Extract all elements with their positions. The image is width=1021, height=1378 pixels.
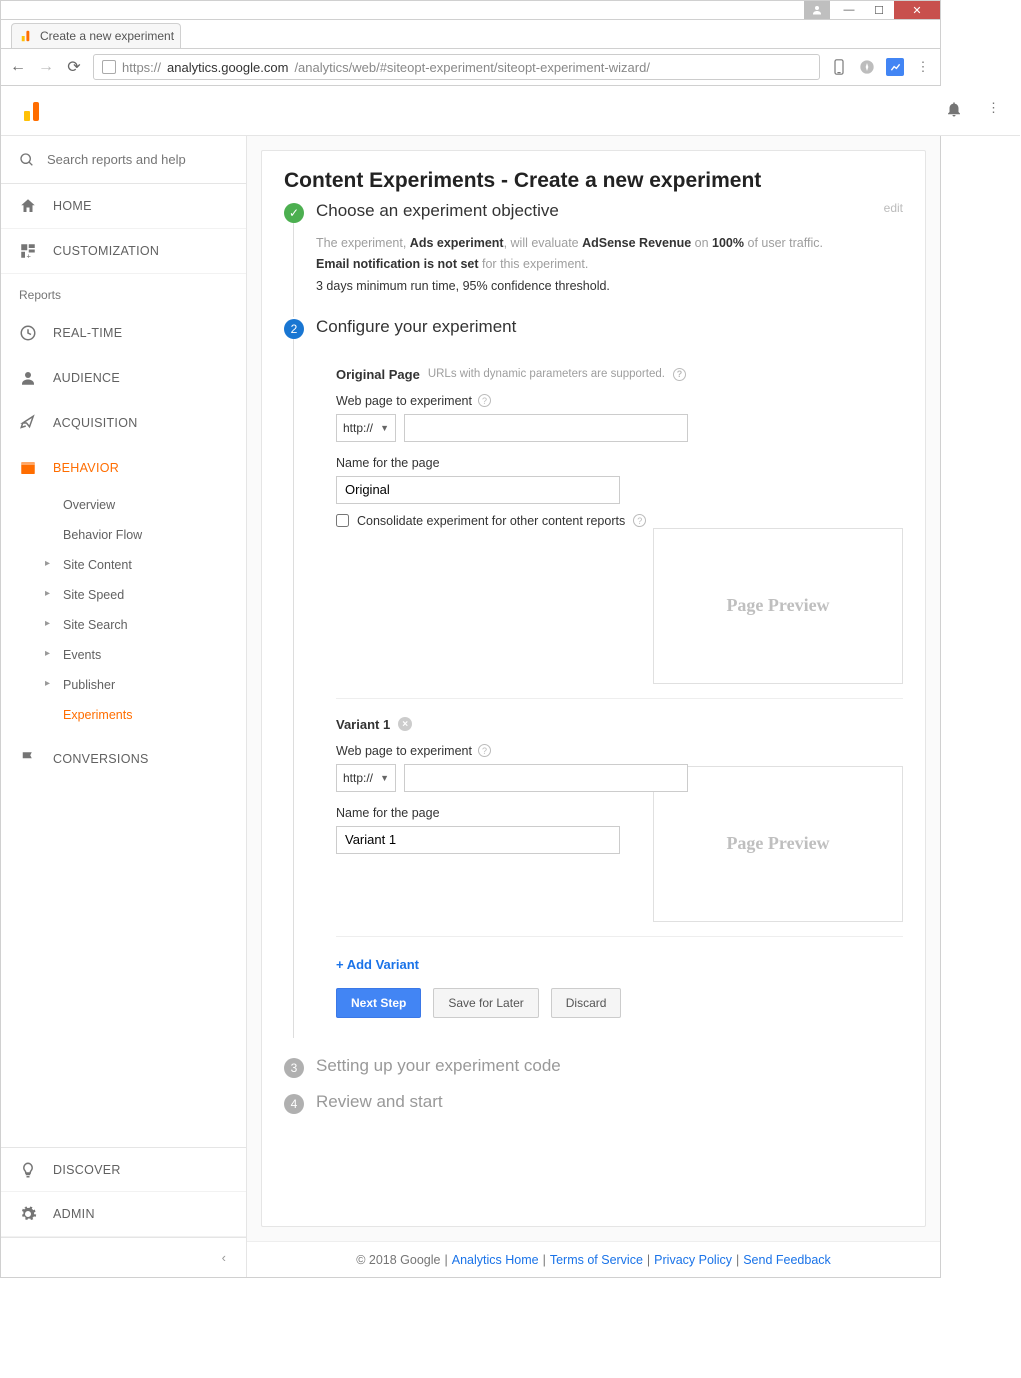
window-title-bar: — ☐ ✕ (0, 0, 941, 20)
nav-discover[interactable]: DISCOVER (1, 1147, 246, 1192)
device-icon[interactable] (830, 58, 848, 76)
sub-behavior-flow[interactable]: Behavior Flow (1, 520, 246, 550)
sub-site-speed[interactable]: Site Speed (1, 580, 246, 610)
extension-chart-icon[interactable] (886, 58, 904, 76)
browser-menu-icon[interactable]: ⋮ (914, 58, 932, 76)
step-4-badge: 4 (284, 1094, 304, 1114)
ga-logo-icon[interactable] (21, 99, 45, 123)
acquisition-icon (19, 414, 37, 432)
app-header: ⋮ (1, 86, 1020, 136)
step-2-header: 2 Configure your experiment (284, 317, 903, 339)
variant-1-block: Variant 1 × Web page to experiment? http… (336, 717, 903, 922)
chevron-down-icon: ▼ (380, 423, 389, 433)
nav-home[interactable]: HOME (1, 184, 246, 229)
edit-step-1[interactable]: edit (884, 201, 903, 215)
save-for-later-button[interactable]: Save for Later (433, 988, 538, 1018)
address-bar: ← → ⟳ https://analytics.google.com/analy… (0, 48, 941, 86)
behavior-icon (19, 459, 37, 477)
variant-name-input[interactable] (336, 826, 620, 854)
sub-publisher[interactable]: Publisher (1, 670, 246, 700)
footer-terms[interactable]: Terms of Service (550, 1253, 643, 1267)
back-button[interactable]: ← (9, 58, 27, 76)
nav-customization[interactable]: + CUSTOMIZATION (1, 229, 246, 274)
step-4-header: 4 Review and start (284, 1092, 903, 1114)
original-url-input[interactable] (404, 414, 688, 442)
add-variant-button[interactable]: + Add Variant (316, 943, 903, 988)
sub-overview[interactable]: Overview (1, 490, 246, 520)
browser-tab[interactable]: Create a new experiment × (11, 23, 181, 48)
chevron-down-icon: ▼ (380, 773, 389, 783)
footer-analytics-home[interactable]: Analytics Home (452, 1253, 539, 1267)
step-3-badge: 3 (284, 1058, 304, 1078)
variant-url-input[interactable] (404, 764, 688, 792)
notifications-icon[interactable] (945, 100, 963, 121)
step-1-header: ✓ Choose an experiment objective edit (284, 201, 903, 223)
app-menu-icon[interactable]: ⋮ (987, 100, 1000, 121)
reports-label: Reports (1, 274, 246, 310)
discard-button[interactable]: Discard (551, 988, 622, 1018)
help-icon[interactable]: ? (478, 394, 491, 407)
maximize-button[interactable]: ☐ (864, 1, 894, 19)
url-input[interactable]: https://analytics.google.com/analytics/w… (93, 54, 820, 80)
browser-tab-bar: Create a new experiment × (0, 20, 941, 48)
main-content: Content Experiments - Create a new exper… (247, 86, 940, 1277)
home-icon (19, 197, 37, 215)
sub-experiments[interactable]: Experiments (1, 700, 246, 730)
nav-acquisition[interactable]: ACQUISITION (1, 400, 246, 445)
sub-site-content[interactable]: Site Content (1, 550, 246, 580)
sub-events[interactable]: Events (1, 640, 246, 670)
user-icon[interactable] (804, 1, 830, 19)
step-2-badge: 2 (284, 319, 304, 339)
search-icon (19, 152, 35, 168)
consolidate-checkbox[interactable] (336, 514, 349, 527)
nav-admin[interactable]: ADMIN (1, 1192, 246, 1237)
sidebar: Search reports and help HOME + CUSTOMIZA… (1, 86, 247, 1277)
original-name-input[interactable] (336, 476, 620, 504)
footer-privacy[interactable]: Privacy Policy (654, 1253, 732, 1267)
extension-circle-icon[interactable] (858, 58, 876, 76)
experiment-card: Content Experiments - Create a new exper… (261, 150, 926, 1227)
reload-button[interactable]: ⟳ (65, 57, 83, 77)
gear-icon (19, 1205, 37, 1223)
close-window-button[interactable]: ✕ (894, 1, 940, 19)
variant-preview: Page Preview (653, 766, 903, 922)
page-info-icon[interactable] (102, 60, 116, 74)
footer-feedback[interactable]: Send Feedback (743, 1253, 831, 1267)
page-title: Content Experiments - Create a new exper… (284, 169, 903, 193)
collapse-sidebar-button[interactable]: ‹ (1, 1237, 246, 1277)
help-icon[interactable]: ? (478, 744, 491, 757)
help-icon[interactable]: ? (673, 368, 686, 381)
footer: © 2018 Google | Analytics Home | Terms o… (247, 1241, 940, 1277)
tab-title: Create a new experiment (40, 29, 174, 43)
svg-text:+: + (27, 252, 32, 261)
dashboard-icon: + (19, 242, 37, 260)
step-3-header: 3 Setting up your experiment code (284, 1056, 903, 1078)
protocol-select-original[interactable]: http://▼ (336, 414, 396, 442)
protocol-select-variant[interactable]: http://▼ (336, 764, 396, 792)
remove-variant-icon[interactable]: × (398, 717, 412, 731)
forward-button: → (37, 58, 55, 76)
sub-site-search[interactable]: Site Search (1, 610, 246, 640)
help-icon[interactable]: ? (633, 514, 646, 527)
original-preview: Page Preview (653, 528, 903, 684)
original-page-block: Original Page URLs with dynamic paramete… (336, 367, 903, 684)
close-tab-icon[interactable]: × (180, 28, 181, 44)
next-step-button[interactable]: Next Step (336, 988, 421, 1018)
lightbulb-icon (19, 1161, 37, 1179)
ga-favicon-icon (20, 29, 34, 43)
check-icon: ✓ (284, 203, 304, 223)
step-1-summary: The experiment, Ads experiment, will eva… (316, 233, 903, 297)
nav-audience[interactable]: AUDIENCE (1, 355, 246, 400)
nav-realtime[interactable]: REAL-TIME (1, 310, 246, 355)
flag-icon (19, 750, 37, 768)
nav-behavior[interactable]: BEHAVIOR (1, 445, 246, 490)
clock-icon (19, 324, 37, 342)
minimize-button[interactable]: — (834, 1, 864, 19)
person-icon (19, 369, 37, 387)
nav-conversions[interactable]: CONVERSIONS (1, 736, 246, 781)
search-reports[interactable]: Search reports and help (1, 136, 246, 184)
